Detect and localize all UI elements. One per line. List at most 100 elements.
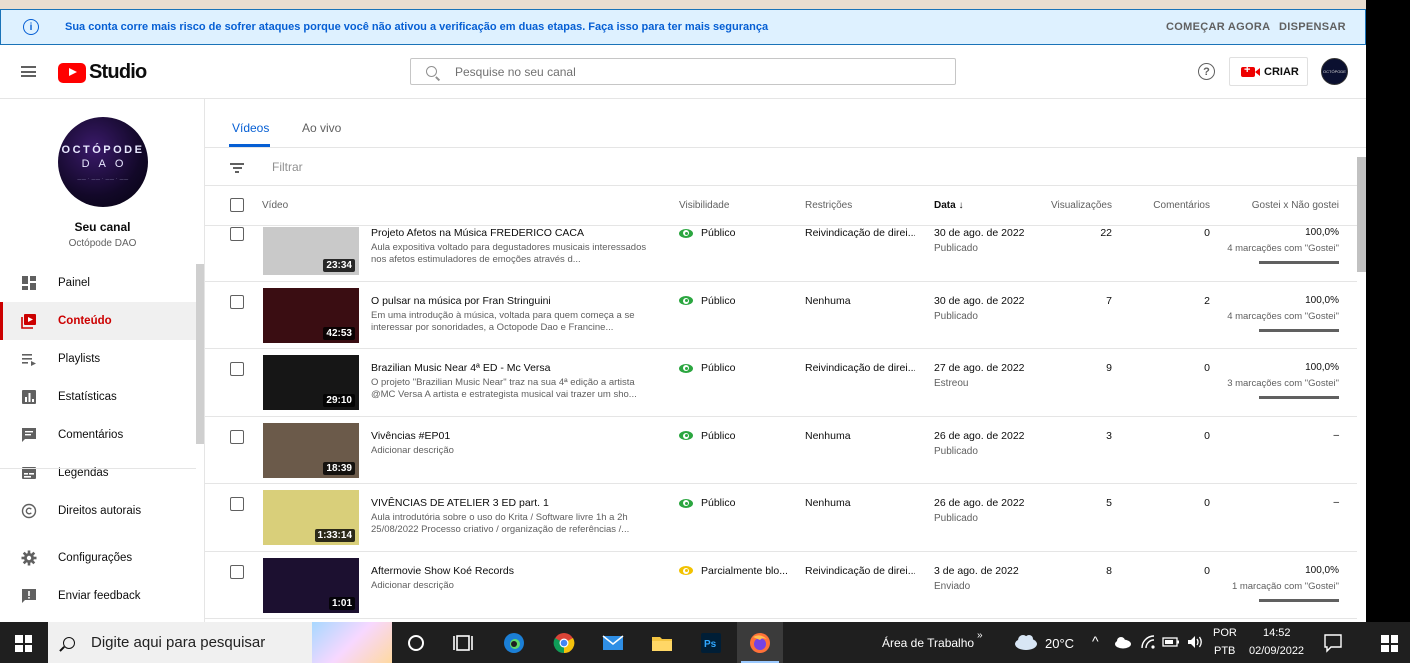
video-title[interactable]: Vivências #EP01: [371, 430, 450, 442]
visibility-cell[interactable]: Público: [679, 430, 735, 442]
restriction[interactable]: Reivindicação de direi...: [805, 565, 915, 577]
content-scrollbar[interactable]: [1357, 157, 1366, 272]
task-view-circle-icon[interactable]: [404, 631, 428, 655]
clock-time[interactable]: 14:52: [1263, 627, 1291, 639]
video-title[interactable]: Brazilian Music Near 4ª ED - Mc Versa: [371, 362, 551, 374]
sidebar-item-playlists[interactable]: Playlists: [0, 340, 196, 378]
restriction[interactable]: Reivindicação de direi...: [805, 362, 915, 374]
copyright-icon: [21, 503, 37, 519]
taskbar-search[interactable]: Digite aqui para pesquisar: [48, 622, 392, 663]
visibility-cell[interactable]: Público: [679, 295, 735, 307]
create-label: CRIAR: [1264, 65, 1299, 78]
select-all-checkbox[interactable]: [230, 198, 244, 212]
public-eye-icon: [679, 228, 693, 238]
search-icon: [426, 66, 437, 77]
sidebar-item-enviar-feedback[interactable]: Enviar feedback: [0, 577, 196, 615]
public-eye-icon: [679, 431, 693, 440]
language-line2[interactable]: PTB: [1214, 645, 1235, 657]
desktop-label[interactable]: Área de Trabalho: [882, 636, 974, 650]
chevron-up-icon[interactable]: ^: [1092, 633, 1099, 649]
sidebar-item-legendas[interactable]: Legendas: [0, 454, 196, 492]
notifications-icon[interactable]: [1323, 633, 1343, 653]
video-title[interactable]: Projeto Afetos na Música FREDERICO CACA: [371, 227, 584, 239]
row-checkbox[interactable]: [230, 497, 244, 511]
menu-icon[interactable]: [21, 66, 36, 77]
file-explorer-icon[interactable]: [650, 631, 674, 655]
video-title[interactable]: VIVÊNCIAS DE ATELIER 3 ED part. 1: [371, 497, 549, 509]
toolbar-expand-icon[interactable]: »: [977, 630, 983, 641]
video-title[interactable]: Aftermovie Show Koé Records: [371, 565, 514, 577]
dismiss-button[interactable]: DISPENSAR: [1279, 21, 1346, 33]
header-visibility[interactable]: Visibilidade: [679, 200, 729, 211]
windows-start-icon[interactable]: [15, 635, 32, 652]
create-button[interactable]: CRIAR: [1229, 57, 1308, 86]
video-thumbnail[interactable]: 23:34: [263, 227, 359, 275]
video-title[interactable]: O pulsar na música por Fran Stringuini: [371, 295, 551, 307]
windows-icon-right[interactable]: [1381, 635, 1398, 652]
sidebar-item-conteudo[interactable]: Conteúdo: [0, 302, 196, 340]
volume-icon[interactable]: [1186, 634, 1204, 650]
table-row[interactable]: 1:33:14 VIVÊNCIAS DE ATELIER 3 ED part. 1…: [205, 484, 1357, 552]
sidebar-scrollbar[interactable]: [196, 264, 204, 444]
video-thumbnail[interactable]: 18:39: [263, 422, 359, 478]
sidebar-item-painel[interactable]: Painel: [0, 264, 196, 302]
restriction[interactable]: Nenhuma: [805, 430, 915, 442]
filter-icon[interactable]: [230, 163, 244, 173]
restriction[interactable]: Nenhuma: [805, 295, 915, 307]
table-row[interactable]: 1:01 Aftermovie Show Koé Records Adicionar…: [205, 552, 1357, 619]
video-thumbnail[interactable]: 29:10: [263, 355, 359, 410]
start-now-button[interactable]: COMEÇAR AGORA: [1166, 21, 1270, 33]
wifi-icon[interactable]: [1140, 634, 1156, 650]
clock-date[interactable]: 02/09/2022: [1249, 645, 1304, 657]
temperature[interactable]: 20°C: [1045, 636, 1074, 651]
header-likes[interactable]: Gostei x Não gostei: [1195, 200, 1339, 211]
language-line1[interactable]: POR: [1213, 627, 1237, 639]
header-restrictions[interactable]: Restrições: [805, 200, 852, 211]
edge-browser-icon[interactable]: [502, 631, 526, 655]
visibility-cell[interactable]: Público: [679, 362, 735, 374]
tab-videos[interactable]: Vídeos: [232, 121, 269, 135]
table-row[interactable]: 18:39 Vivências #EP01 Adicionar descrição P…: [205, 417, 1357, 484]
visibility-cell[interactable]: Público: [679, 497, 735, 509]
row-checkbox[interactable]: [230, 362, 244, 376]
studio-logo[interactable]: Studio: [58, 61, 147, 84]
account-avatar[interactable]: OCTÓPODE: [1321, 58, 1348, 85]
video-thumbnail[interactable]: 1:33:14: [263, 490, 359, 545]
table-row[interactable]: 29:10 Brazilian Music Near 4ª ED - Mc Ver…: [205, 349, 1357, 417]
video-thumbnail[interactable]: 1:01: [263, 557, 359, 613]
table-row[interactable]: 23:34 Projeto Afetos na Música FREDERICO …: [205, 227, 1357, 282]
header-date[interactable]: Data ↓: [934, 200, 963, 211]
search-box[interactable]: [410, 58, 956, 85]
weather-cloud-icon[interactable]: [1013, 633, 1039, 651]
video-thumbnail[interactable]: 42:53: [263, 287, 359, 343]
header-views[interactable]: Visualizações: [1025, 200, 1112, 211]
video-camera-icon: [1241, 64, 1260, 77]
logo-text: Studio: [89, 61, 147, 83]
sidebar-item-comentarios[interactable]: Comentários: [0, 416, 196, 454]
firefox-icon[interactable]: [748, 631, 772, 655]
sidebar-item-estatisticas[interactable]: Estatísticas: [0, 378, 196, 416]
visibility-cell[interactable]: Parcialmente blo...: [679, 565, 788, 577]
task-view-icon[interactable]: [451, 631, 475, 655]
row-checkbox[interactable]: [230, 227, 244, 241]
visibility-cell[interactable]: Público: [679, 227, 735, 239]
tab-ao-vivo[interactable]: Ao vivo: [302, 121, 341, 135]
onedrive-icon[interactable]: [1114, 635, 1132, 649]
chrome-icon[interactable]: [552, 631, 576, 655]
row-checkbox[interactable]: [230, 564, 244, 579]
sidebar-item-configuracoes[interactable]: Configurações: [0, 539, 196, 577]
row-checkbox[interactable]: [230, 429, 244, 444]
restriction[interactable]: Nenhuma: [805, 497, 915, 509]
channel-avatar[interactable]: OCTÓPODE DAO —— · —— · —— · ——: [58, 117, 148, 207]
help-icon[interactable]: ?: [1198, 63, 1215, 80]
battery-icon[interactable]: [1162, 635, 1180, 649]
search-input[interactable]: [455, 64, 915, 79]
row-checkbox[interactable]: [230, 294, 244, 309]
filter-bar[interactable]: Filtrar: [205, 148, 1366, 186]
video-duration: 18:39: [323, 461, 355, 475]
photoshop-icon[interactable]: Ps: [699, 631, 723, 655]
restriction[interactable]: Reivindicação de direi...: [805, 227, 915, 239]
mail-icon[interactable]: [601, 631, 625, 655]
sidebar-item-direitos-autorais[interactable]: Direitos autorais: [0, 492, 196, 530]
table-row[interactable]: 42:53 O pulsar na música por Fran Stringu…: [205, 282, 1357, 349]
